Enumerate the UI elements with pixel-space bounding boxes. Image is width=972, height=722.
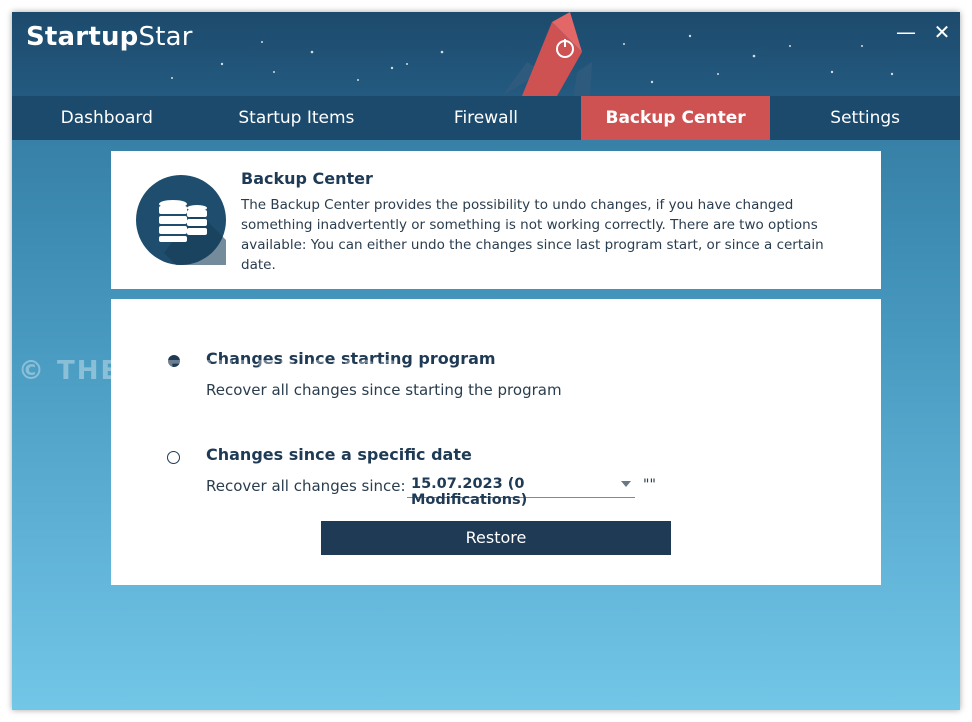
- app-window: StartupStar — ✕ Dashboard Startup Items …: [12, 12, 960, 710]
- watermark: © THESOFTWARE.SHOP: [18, 356, 400, 386]
- restore-button[interactable]: Restore: [321, 521, 671, 555]
- option-desc-since-date: Recover all changes since:: [206, 477, 406, 495]
- info-description: The Backup Center provides the possibili…: [241, 197, 824, 273]
- info-panel: Backup Center The Backup Center provides…: [111, 151, 881, 289]
- date-dropdown[interactable]: 15.07.2023 (0 Modifications): [407, 475, 635, 508]
- logo-bold: Startup: [26, 22, 139, 52]
- minimize-button[interactable]: —: [892, 18, 920, 46]
- date-dropdown-value: 15.07.2023 (0 Modifications): [411, 476, 528, 508]
- restore-options-panel: Changes since starting program Recover a…: [111, 299, 881, 585]
- chevron-down-icon: [621, 481, 631, 487]
- database-icon: [136, 175, 226, 265]
- tab-settings[interactable]: Settings: [770, 96, 960, 140]
- close-button[interactable]: ✕: [928, 18, 956, 46]
- rocket-icon: [502, 12, 592, 96]
- tab-dashboard[interactable]: Dashboard: [12, 96, 202, 140]
- tab-firewall[interactable]: Firewall: [391, 96, 581, 140]
- option-title-since-date: Changes since a specific date: [206, 445, 472, 464]
- main-nav: Dashboard Startup Items Firewall Backup …: [12, 96, 960, 140]
- tab-backup-center[interactable]: Backup Center: [580, 96, 771, 140]
- date-extra-text: "": [643, 477, 656, 493]
- info-title: Backup Center: [241, 169, 373, 188]
- radio-since-date[interactable]: [167, 451, 180, 464]
- logo-light: Star: [138, 22, 193, 52]
- title-bar: StartupStar — ✕: [12, 12, 960, 96]
- app-logo: StartupStar: [26, 22, 193, 52]
- tab-startup-items[interactable]: Startup Items: [202, 96, 392, 140]
